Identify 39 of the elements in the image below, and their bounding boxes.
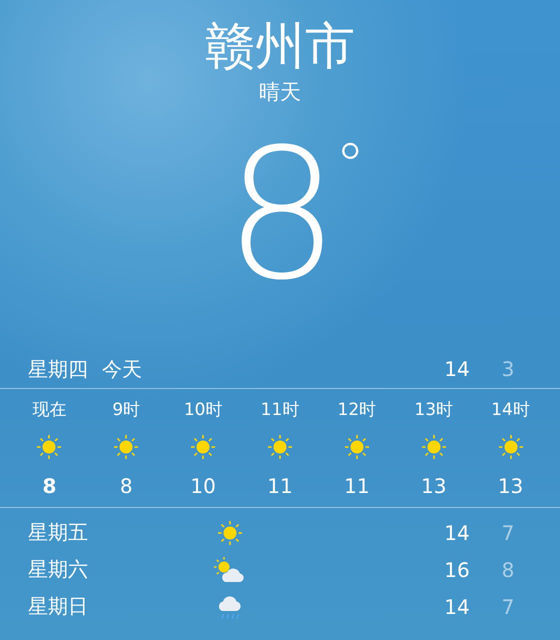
weekday-label: 星期日: [28, 593, 89, 620]
weather-condition: 晴天: [259, 79, 301, 106]
hour-label: 12时: [338, 399, 376, 421]
high-temperature: 16: [443, 558, 471, 582]
hour-label: 14时: [491, 399, 530, 421]
weekday-label: 星期四: [28, 356, 88, 382]
hour-label: 10时: [184, 399, 222, 421]
hour-label: 9时: [112, 399, 140, 421]
sun-icon: [342, 433, 371, 461]
hour-label: 现在: [32, 399, 66, 421]
sun-icon: [112, 433, 140, 461]
sun-icon: [496, 433, 525, 461]
sun-icon: [35, 433, 64, 461]
hour-temperature: 13: [498, 473, 524, 499]
hour-temperature: 11: [344, 473, 370, 499]
low-temperature: 7: [500, 594, 516, 618]
current-temperature: 8: [224, 110, 336, 322]
today-label: 今天: [102, 356, 142, 382]
weekday-label: 星期五: [28, 519, 89, 546]
hour-label: 13时: [414, 399, 454, 421]
hour-temperature: 8: [120, 473, 133, 499]
hour-temperature: 10: [190, 473, 216, 499]
low-temperature: 3: [500, 357, 516, 381]
high-temperature: 14: [443, 357, 471, 381]
hour-temperature: 8: [42, 473, 56, 499]
high-temperature: 14: [443, 594, 471, 618]
low-temperature: 8: [500, 558, 516, 582]
sun-icon: [266, 433, 294, 461]
hour-temperature: 11: [267, 473, 293, 499]
sun-icon: [189, 433, 218, 461]
degree-sign: °: [335, 130, 366, 203]
weekday-label: 星期六: [28, 556, 89, 583]
sun-icon: [420, 433, 448, 461]
high-temperature: 14: [443, 520, 471, 544]
city-name: 赣州市: [205, 16, 355, 77]
hour-temperature: 13: [420, 473, 446, 499]
sun-icon: [216, 518, 244, 546]
hour-label: 11时: [260, 399, 300, 421]
low-temperature: 7: [500, 520, 516, 544]
